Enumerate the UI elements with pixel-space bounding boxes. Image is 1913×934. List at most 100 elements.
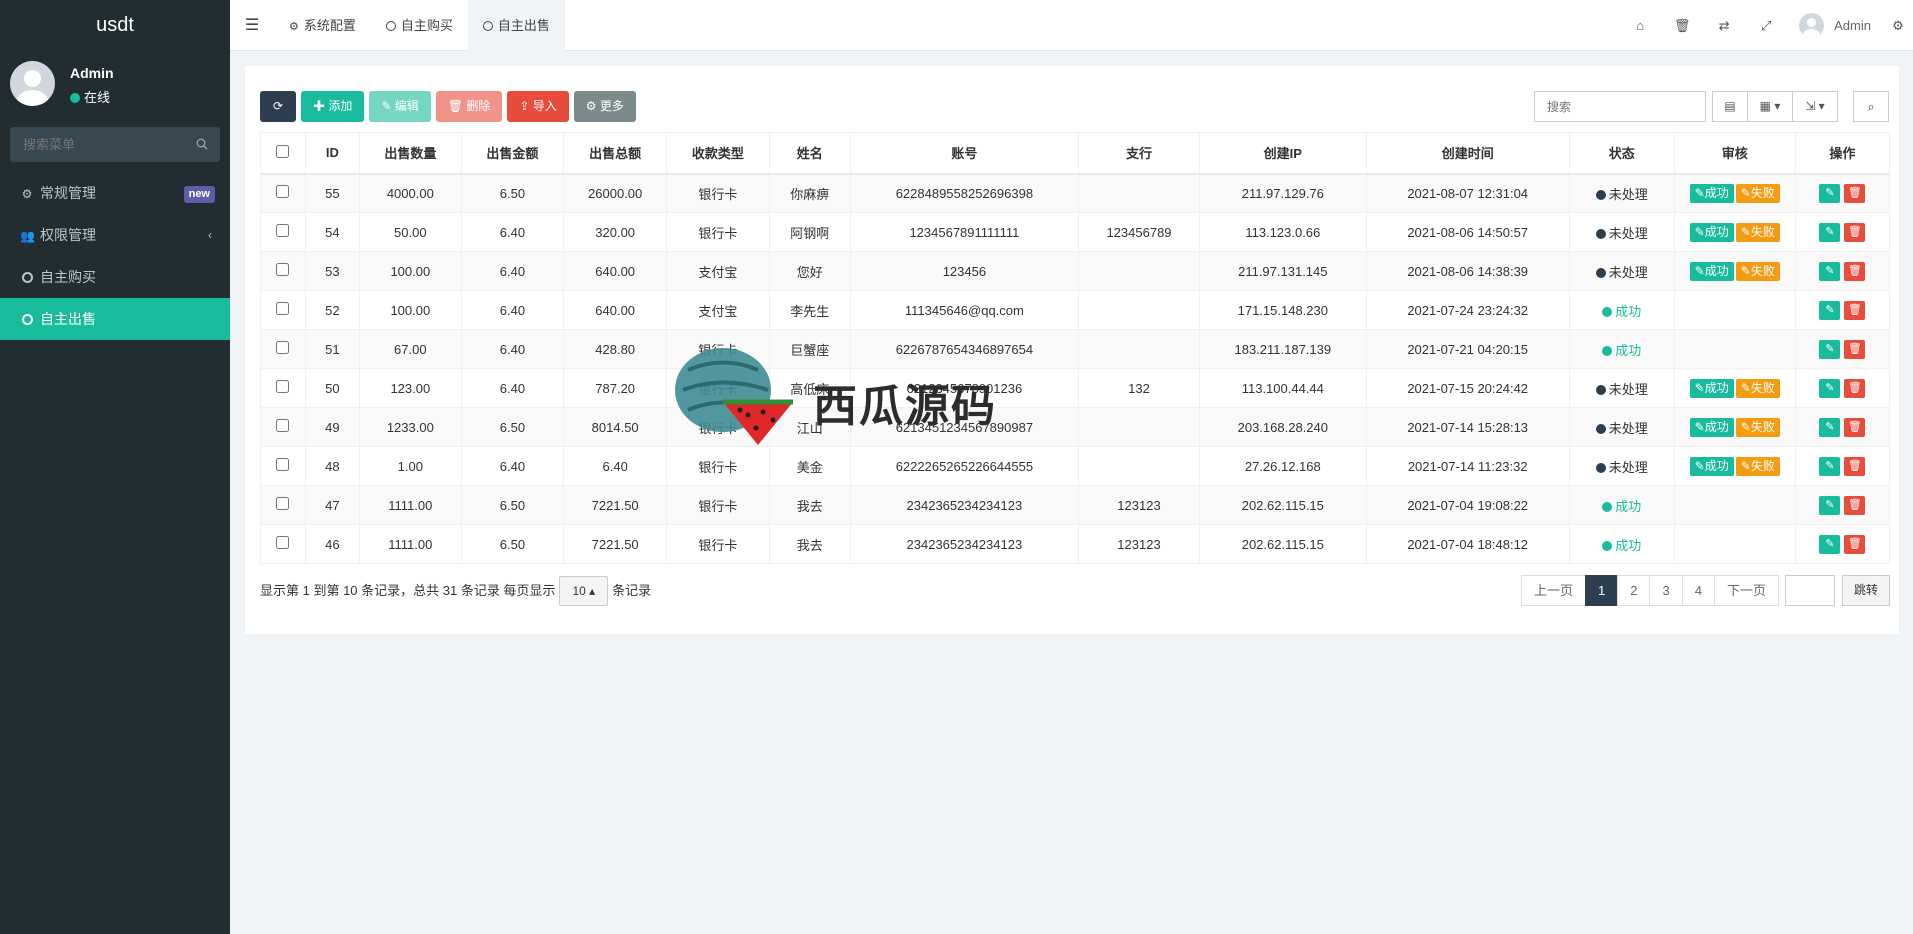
sidebar-item-sell[interactable]: 自主出售: [0, 298, 230, 340]
audit-success-button[interactable]: ✎成功: [1689, 378, 1734, 398]
audit-fail-button[interactable]: ✎失败: [1735, 261, 1780, 281]
delete-row-button[interactable]: 🗑: [1844, 495, 1866, 515]
audit-fail-button[interactable]: ✎失败: [1735, 417, 1780, 437]
header-user[interactable]: Admin: [1787, 0, 1883, 51]
column-header[interactable]: 创建IP: [1198, 132, 1367, 175]
page-button[interactable]: 4: [1681, 575, 1715, 606]
edit-row-button[interactable]: ✎: [1819, 495, 1841, 515]
audit-success-button[interactable]: ✎成功: [1689, 261, 1734, 281]
delete-row-button[interactable]: 🗑: [1844, 456, 1866, 476]
app-logo[interactable]: usdt: [0, 0, 230, 51]
tab-self-sell[interactable]: 自主出售: [467, 0, 565, 51]
column-header[interactable]: 创建时间: [1365, 132, 1570, 175]
delete-row-button[interactable]: 🗑: [1844, 378, 1866, 398]
home-icon[interactable]: ⌂: [1619, 0, 1661, 51]
column-header[interactable]: 出售总额: [563, 132, 668, 175]
column-header[interactable]: 收款类型: [666, 132, 770, 175]
row-checkbox[interactable]: [276, 302, 290, 315]
column-header[interactable]: 出售金额: [460, 132, 565, 175]
audit-success-button[interactable]: ✎成功: [1689, 183, 1734, 203]
audit-success-button[interactable]: ✎成功: [1689, 417, 1734, 437]
table-search-input[interactable]: [1534, 91, 1706, 122]
table-row[interactable]: 51 67.00 6.40 428.80 银行卡 巨蟹座 62267876543468976…: [260, 329, 1891, 369]
more-button[interactable]: ⚙ 更多: [573, 91, 636, 122]
trash-icon[interactable]: 🗑: [1661, 0, 1703, 51]
table-row[interactable]: 47 1111.00 6.50 7221.50 银行卡 我去 234236523423412…: [260, 485, 1891, 525]
audit-success-button[interactable]: ✎成功: [1689, 222, 1734, 242]
audit-fail-button[interactable]: ✎失败: [1735, 222, 1780, 242]
row-checkbox[interactable]: [276, 419, 290, 432]
row-checkbox[interactable]: [276, 380, 290, 393]
refresh-button[interactable]: ⟳: [260, 91, 296, 122]
column-header[interactable]: 姓名: [768, 132, 851, 175]
row-checkbox[interactable]: [276, 341, 290, 354]
search-icon[interactable]: ⌕: [1853, 91, 1889, 122]
table-row[interactable]: 55 4000.00 6.50 26000.00 银行卡 你麻痹 6228489558252…: [260, 173, 1891, 213]
delete-row-button[interactable]: 🗑: [1844, 300, 1866, 320]
edit-row-button[interactable]: ✎: [1819, 417, 1841, 437]
audit-fail-button[interactable]: ✎失败: [1735, 378, 1780, 398]
row-checkbox[interactable]: [276, 224, 290, 237]
column-header[interactable]: 账号: [849, 132, 1080, 175]
language-icon[interactable]: ⇄: [1703, 0, 1745, 51]
page-size-select[interactable]: 10 ▴: [559, 576, 609, 606]
goto-page-input[interactable]: [1785, 575, 1835, 606]
tab-system-config[interactable]: ⚙ 系统配置: [274, 0, 371, 51]
tab-self-buy[interactable]: 自主购买: [371, 0, 468, 51]
column-header[interactable]: 审核: [1673, 132, 1796, 175]
select-all-checkbox[interactable]: [276, 144, 290, 158]
edit-row-button[interactable]: ✎: [1819, 183, 1841, 203]
menu-toggle-icon[interactable]: ☰: [230, 0, 274, 51]
goto-page-button[interactable]: 跳转: [1842, 575, 1890, 606]
edit-row-button[interactable]: ✎: [1819, 456, 1841, 476]
toggle-view-icon[interactable]: ▤: [1712, 91, 1748, 122]
edit-row-button[interactable]: ✎: [1819, 300, 1841, 320]
row-checkbox[interactable]: [276, 458, 290, 471]
edit-row-button[interactable]: ✎: [1819, 222, 1841, 242]
row-checkbox[interactable]: [276, 185, 290, 199]
delete-row-button[interactable]: 🗑: [1844, 261, 1866, 281]
edit-button[interactable]: ✎ 编辑: [369, 91, 431, 122]
add-button[interactable]: ✚ 添加: [301, 91, 365, 122]
search-icon[interactable]: [196, 138, 208, 150]
fullscreen-icon[interactable]: ⤢: [1745, 0, 1787, 51]
column-header[interactable]: ID: [304, 132, 361, 175]
sidebar-search-input[interactable]: [10, 127, 190, 162]
sidebar-item-permission[interactable]: 👥 权限管理 ‹: [0, 214, 230, 256]
table-row[interactable]: 50 123.00 6.40 787.20 银行卡 高低床 6212345678901236…: [260, 368, 1891, 408]
table-row[interactable]: 46 1111.00 6.50 7221.50 银行卡 我去 234236523423412…: [260, 524, 1891, 564]
prev-page-button[interactable]: 上一页: [1521, 575, 1587, 606]
column-header[interactable]: 操作: [1794, 132, 1891, 175]
row-checkbox[interactable]: [276, 497, 290, 510]
page-button[interactable]: 1: [1585, 575, 1619, 606]
row-checkbox[interactable]: [276, 263, 290, 276]
delete-row-button[interactable]: 🗑: [1844, 222, 1866, 242]
table-row[interactable]: 53 100.00 6.40 640.00 支付宝 您好 123456 211.97.131.…: [260, 251, 1891, 291]
columns-icon[interactable]: ▦ ▾: [1747, 91, 1793, 122]
delete-button[interactable]: 🗑 删除: [435, 91, 503, 122]
delete-row-button[interactable]: 🗑: [1844, 339, 1866, 359]
column-header[interactable]: 支行: [1078, 132, 1200, 175]
delete-row-button[interactable]: 🗑: [1844, 417, 1866, 437]
delete-row-button[interactable]: 🗑: [1844, 534, 1866, 554]
column-header[interactable]: 出售数量: [359, 132, 462, 175]
table-row[interactable]: 48 1.00 6.40 6.40 银行卡 美金 6222265265226644555 27…: [260, 446, 1891, 486]
export-icon[interactable]: ⇲ ▾: [1792, 91, 1838, 122]
audit-fail-button[interactable]: ✎失败: [1735, 183, 1780, 203]
sidebar-item-buy[interactable]: 自主购买: [0, 256, 230, 298]
audit-success-button[interactable]: ✎成功: [1689, 456, 1734, 476]
edit-row-button[interactable]: ✎: [1819, 339, 1841, 359]
delete-row-button[interactable]: 🗑: [1844, 183, 1866, 203]
settings-icon[interactable]: ⚙: [1883, 0, 1913, 51]
table-row[interactable]: 52 100.00 6.40 640.00 支付宝 李先生 111345646@qq.com…: [260, 290, 1891, 330]
edit-row-button[interactable]: ✎: [1819, 534, 1841, 554]
row-checkbox[interactable]: [276, 536, 290, 549]
audit-fail-button[interactable]: ✎失败: [1735, 456, 1780, 476]
next-page-button[interactable]: 下一页: [1713, 575, 1779, 606]
table-row[interactable]: 49 1233.00 6.50 8014.50 银行卡 江山 621345123456789…: [260, 407, 1891, 447]
column-header[interactable]: 状态: [1568, 132, 1675, 175]
sidebar-item-general[interactable]: ⚙ 常规管理 new: [0, 172, 230, 214]
edit-row-button[interactable]: ✎: [1819, 378, 1841, 398]
page-button[interactable]: 2: [1617, 575, 1651, 606]
table-row[interactable]: 54 50.00 6.40 320.00 银行卡 阿钢啊 1234567891111111 1…: [260, 212, 1891, 252]
